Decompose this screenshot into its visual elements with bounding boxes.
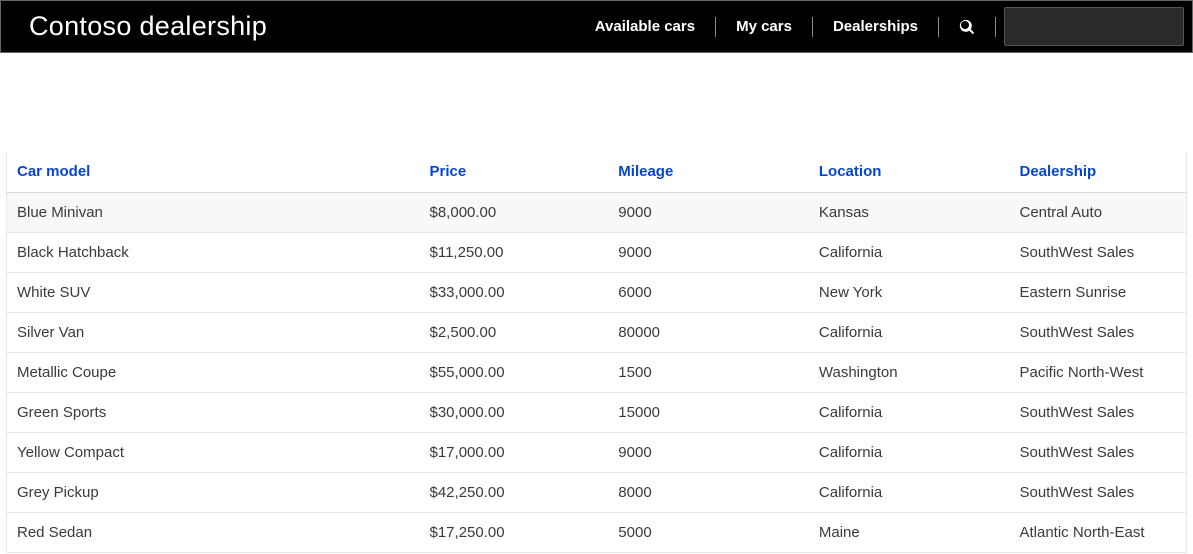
site-title: Contoso dealership <box>29 11 575 42</box>
cell-price: $11,250.00 <box>420 233 609 273</box>
col-header-dealership[interactable]: Dealership <box>1009 153 1186 193</box>
site-header: Contoso dealership Available cars My car… <box>0 0 1193 53</box>
cell-location: Kansas <box>809 193 1010 233</box>
cell-location: California <box>809 393 1010 433</box>
col-header-location[interactable]: Location <box>809 153 1010 193</box>
cell-mileage: 6000 <box>608 273 809 313</box>
col-header-mileage[interactable]: Mileage <box>608 153 809 193</box>
cell-price: $2,500.00 <box>420 313 609 353</box>
cell-location: New York <box>809 273 1010 313</box>
table-row[interactable]: Black Hatchback$11,250.009000CaliforniaS… <box>7 233 1187 273</box>
cell-price: $30,000.00 <box>420 393 609 433</box>
cars-table: Car model Price Mileage Location Dealers… <box>6 153 1187 553</box>
cell-dealership: Eastern Sunrise <box>1009 273 1186 313</box>
table-row[interactable]: Red Sedan$17,250.005000MaineAtlantic Nor… <box>7 513 1187 553</box>
cell-mileage: 9000 <box>608 233 809 273</box>
table-row[interactable]: Yellow Compact$17,000.009000CaliforniaSo… <box>7 433 1187 473</box>
cell-model: Grey Pickup <box>7 473 420 513</box>
cell-model: White SUV <box>7 273 420 313</box>
table-row[interactable]: Green Sports$30,000.0015000CaliforniaSou… <box>7 393 1187 433</box>
cell-price: $33,000.00 <box>420 273 609 313</box>
cell-model: Black Hatchback <box>7 233 420 273</box>
cell-model: Yellow Compact <box>7 433 420 473</box>
cell-model: Green Sports <box>7 393 420 433</box>
cell-model: Red Sedan <box>7 513 420 553</box>
user-account-area[interactable] <box>1004 7 1184 46</box>
cell-model: Metallic Coupe <box>7 353 420 393</box>
cell-price: $8,000.00 <box>420 193 609 233</box>
nav-my-cars[interactable]: My cars <box>716 17 812 37</box>
nav-divider <box>995 17 996 37</box>
cell-dealership: SouthWest Sales <box>1009 393 1186 433</box>
cell-mileage: 5000 <box>608 513 809 553</box>
cell-mileage: 1500 <box>608 353 809 393</box>
col-header-model[interactable]: Car model <box>7 153 420 193</box>
cell-dealership: SouthWest Sales <box>1009 313 1186 353</box>
nav-dealerships[interactable]: Dealerships <box>813 17 938 37</box>
cell-price: $55,000.00 <box>420 353 609 393</box>
cell-model: Silver Van <box>7 313 420 353</box>
cell-location: California <box>809 473 1010 513</box>
cell-mileage: 9000 <box>608 433 809 473</box>
table-row[interactable]: Grey Pickup$42,250.008000CaliforniaSouth… <box>7 473 1187 513</box>
cell-dealership: Central Auto <box>1009 193 1186 233</box>
cell-location: California <box>809 313 1010 353</box>
table-row[interactable]: Metallic Coupe$55,000.001500WashingtonPa… <box>7 353 1187 393</box>
table-row[interactable]: Blue Minivan$8,000.009000KansasCentral A… <box>7 193 1187 233</box>
cell-dealership: SouthWest Sales <box>1009 433 1186 473</box>
cell-mileage: 80000 <box>608 313 809 353</box>
cell-mileage: 9000 <box>608 193 809 233</box>
table-row[interactable]: White SUV$33,000.006000New YorkEastern S… <box>7 273 1187 313</box>
cell-dealership: Atlantic North-East <box>1009 513 1186 553</box>
main-content: Car model Price Mileage Location Dealers… <box>6 53 1187 553</box>
cell-mileage: 8000 <box>608 473 809 513</box>
cell-mileage: 15000 <box>608 393 809 433</box>
cell-location: Maine <box>809 513 1010 553</box>
top-nav: Available cars My cars Dealerships <box>575 1 1192 52</box>
cell-price: $42,250.00 <box>420 473 609 513</box>
cell-price: $17,000.00 <box>420 433 609 473</box>
cell-dealership: SouthWest Sales <box>1009 473 1186 513</box>
table-header-row: Car model Price Mileage Location Dealers… <box>7 153 1187 193</box>
cell-model: Blue Minivan <box>7 193 420 233</box>
nav-available-cars[interactable]: Available cars <box>575 17 715 37</box>
cell-dealership: SouthWest Sales <box>1009 233 1186 273</box>
cell-location: California <box>809 233 1010 273</box>
cell-location: Washington <box>809 353 1010 393</box>
cell-location: California <box>809 433 1010 473</box>
cell-price: $17,250.00 <box>420 513 609 553</box>
table-row[interactable]: Silver Van$2,500.0080000CaliforniaSouthW… <box>7 313 1187 353</box>
col-header-price[interactable]: Price <box>420 153 609 193</box>
search-icon[interactable] <box>939 19 995 35</box>
cell-dealership: Pacific North-West <box>1009 353 1186 393</box>
